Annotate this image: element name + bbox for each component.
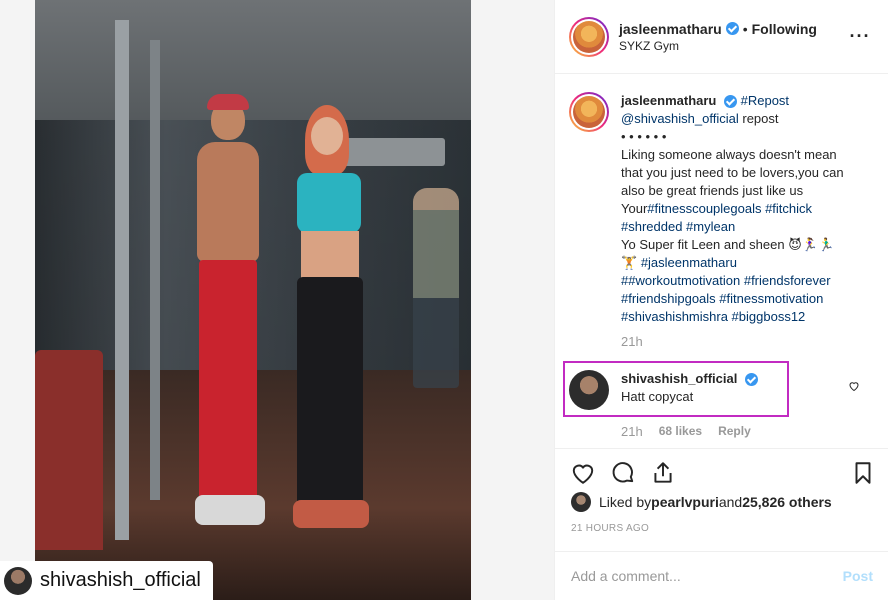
bookmark-icon[interactable] bbox=[849, 459, 877, 487]
photo-bench bbox=[35, 350, 103, 550]
comment-likes[interactable]: 68 likes bbox=[659, 424, 702, 439]
caption-text-3: Yo Super fit Leen and sheen 😈🏃‍♀️🏃‍♂️ bbox=[621, 237, 835, 252]
comment-like-heart-icon[interactable] bbox=[848, 380, 860, 392]
author-username[interactable]: jasleenmatharu bbox=[619, 21, 722, 37]
hashtags-1[interactable]: #fitnesscouplegoals #fitchick #shredded … bbox=[621, 201, 812, 234]
add-comment-bar: Post bbox=[555, 551, 888, 600]
photo-background-person bbox=[413, 188, 459, 388]
verified-badge-icon bbox=[725, 22, 739, 35]
hashtag-repost[interactable]: #Repost bbox=[741, 93, 789, 108]
caption-text: jasleenmatharu #Repost @shivashish_offic… bbox=[621, 92, 861, 326]
comment-time[interactable]: 21h bbox=[621, 424, 643, 439]
photo-person-man bbox=[185, 94, 265, 540]
likes-others[interactable]: 25,826 others bbox=[742, 494, 832, 510]
instagram-post-view: shivashish_official jasleenmatharu • Fol… bbox=[0, 0, 888, 600]
repost-watermark: shivashish_official bbox=[0, 561, 213, 600]
caption-repost-word: repost bbox=[738, 111, 779, 126]
mention-link[interactable]: @shivashish_official bbox=[621, 111, 739, 126]
hashtags-3[interactable]: ##workoutmotivation #friendsforever #fri… bbox=[621, 272, 861, 326]
post-media-panel: shivashish_official bbox=[0, 0, 554, 600]
author-avatar[interactable] bbox=[569, 16, 609, 57]
comment-body-text: Hatt copycat bbox=[621, 389, 694, 404]
post-sidebar: jasleenmatharu • Following SYKZ Gym ··· … bbox=[554, 0, 888, 600]
verified-badge-icon bbox=[724, 95, 737, 109]
following-button[interactable]: Following bbox=[752, 21, 817, 37]
photo-rack bbox=[115, 20, 129, 540]
more-horizontal-icon[interactable]: ··· bbox=[848, 25, 872, 49]
watermark-username: shivashish_official bbox=[40, 569, 201, 591]
post-photo[interactable] bbox=[35, 0, 471, 600]
caption-username[interactable]: jasleenmatharu bbox=[621, 93, 716, 108]
hashtags-2[interactable]: #jasleenmatharu bbox=[641, 255, 737, 270]
liker-avatar[interactable] bbox=[571, 492, 591, 512]
likes-prefix: Liked by bbox=[599, 494, 652, 510]
caption-text-2: Your bbox=[621, 201, 648, 216]
post-location[interactable]: SYKZ Gym bbox=[619, 39, 848, 53]
commenter-username[interactable]: shivashish_official bbox=[621, 371, 737, 386]
likes-summary: Liked by pearlvpuri and 25,826 others bbox=[571, 492, 832, 512]
caption-avatar[interactable] bbox=[569, 92, 609, 132]
commenter-avatar[interactable] bbox=[569, 370, 609, 410]
action-bar bbox=[555, 448, 888, 496]
comment-input[interactable] bbox=[571, 568, 843, 584]
reply-button[interactable]: Reply bbox=[718, 424, 751, 439]
likes-and: and bbox=[718, 494, 743, 510]
caption-dots: • • • • • • bbox=[621, 129, 667, 144]
caption: jasleenmatharu #Repost @shivashish_offic… bbox=[569, 92, 872, 326]
verified-badge-icon bbox=[744, 373, 758, 387]
watermark-avatar bbox=[4, 566, 32, 595]
caption-text-1: Liking someone always doesn't mean that … bbox=[621, 147, 844, 198]
post-comment-button[interactable]: Post bbox=[843, 568, 873, 584]
photo-rack-2 bbox=[150, 40, 160, 500]
comment-icon[interactable] bbox=[609, 459, 637, 487]
header-separator: • bbox=[742, 20, 748, 37]
caption-text-4: 🏋️ bbox=[621, 255, 641, 270]
post-timestamp[interactable]: 21 HOURS AGO bbox=[571, 523, 649, 534]
comment-item: shivashish_official Hatt copycat bbox=[569, 370, 859, 410]
share-icon[interactable] bbox=[649, 459, 677, 487]
comment-text: shivashish_official Hatt copycat bbox=[621, 370, 771, 410]
photo-person-woman bbox=[275, 105, 375, 545]
caption-time[interactable]: 21h bbox=[621, 334, 872, 349]
comment-meta: 21h 68 likes Reply bbox=[621, 424, 751, 439]
post-header: jasleenmatharu • Following SYKZ Gym ··· bbox=[555, 0, 888, 74]
liker-username[interactable]: pearlvpuri bbox=[651, 494, 719, 510]
header-text: jasleenmatharu • Following SYKZ Gym bbox=[619, 21, 848, 53]
heart-icon[interactable] bbox=[569, 459, 597, 487]
